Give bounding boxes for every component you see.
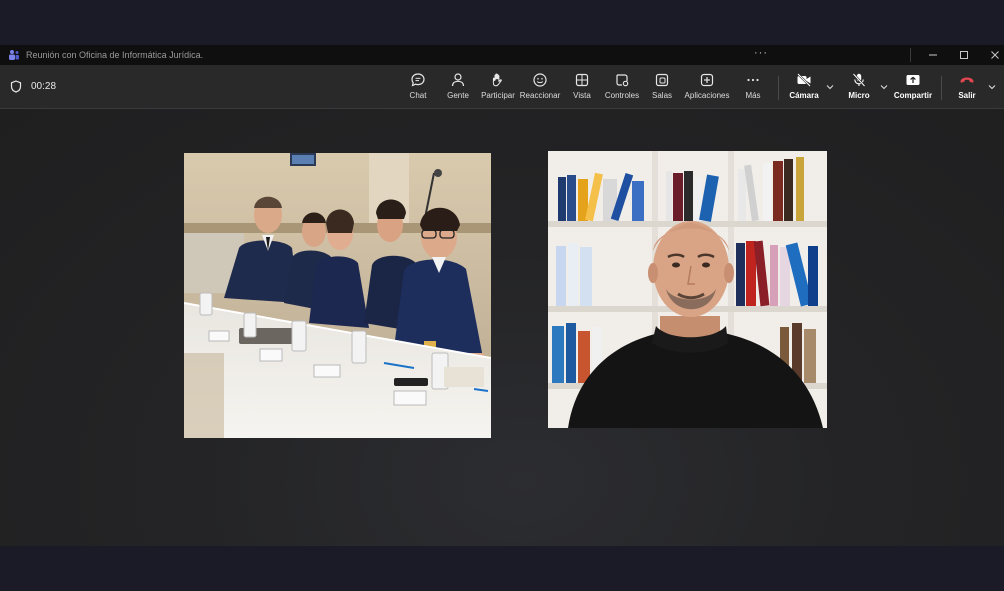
rooms-button[interactable]: Salas (652, 72, 672, 104)
camera-options-chevron-icon[interactable] (825, 83, 835, 91)
people-icon (451, 73, 465, 87)
share-screen-icon (906, 75, 920, 85)
shield-icon (10, 80, 22, 93)
controls-button[interactable]: Controles (604, 72, 640, 104)
rooms-label: Salas (652, 91, 673, 100)
camera-off-icon (797, 73, 811, 87)
controls-icon (616, 74, 629, 87)
leave-label: Salir (958, 91, 976, 100)
breakout-rooms-icon (655, 73, 669, 87)
mic-button[interactable]: Micro (848, 72, 870, 104)
chat-button[interactable]: Chat (408, 72, 428, 104)
close-icon[interactable] (980, 45, 1004, 65)
camera-button[interactable]: Cámara (789, 72, 819, 104)
more-label: Más (745, 91, 761, 100)
emoji-icon (533, 73, 547, 87)
toolbar-divider-2 (941, 76, 942, 100)
mic-options-chevron-icon[interactable] (879, 83, 889, 91)
top-letterbox (0, 0, 1004, 45)
grid-view-icon (575, 73, 589, 87)
maximize-icon[interactable] (949, 45, 979, 65)
add-apps-icon (700, 73, 714, 87)
bottom-letterbox (0, 546, 1004, 591)
camera-label: Cámara (789, 91, 819, 100)
more-icon (747, 78, 759, 82)
hang-up-icon (960, 77, 974, 83)
minimize-icon[interactable] (918, 45, 948, 65)
apps-label: Aplicaciones (684, 91, 730, 100)
react-label: Reaccionar (519, 91, 561, 100)
raise-hand-button[interactable]: Participar (480, 72, 516, 104)
participant-video-tile[interactable] (184, 153, 491, 438)
people-label: Gente (447, 91, 469, 100)
chat-icon (411, 73, 425, 87)
title-divider (910, 48, 911, 62)
speaker-video (548, 151, 827, 428)
meeting-timer: 00:28 (10, 80, 56, 93)
share-button[interactable]: Compartir (893, 72, 933, 104)
group-photo-video (184, 153, 491, 438)
more-button[interactable]: Más (743, 72, 763, 104)
mic-label: Micro (848, 91, 870, 100)
controls-label: Controles (604, 91, 640, 100)
leave-button[interactable]: Salir (957, 72, 977, 104)
raise-hand-icon (492, 73, 502, 87)
share-label: Compartir (893, 91, 933, 100)
title-more-icon[interactable]: ··· (754, 47, 768, 59)
view-button[interactable]: Vista (572, 72, 592, 104)
teams-icon (8, 49, 20, 61)
toolbar-divider (778, 76, 779, 100)
raise-label: Participar (481, 91, 515, 100)
chat-label: Chat (409, 91, 427, 100)
mic-off-icon (852, 73, 866, 87)
meeting-toolbar: 00:28 Chat Gente Participar Reaccionar V… (0, 65, 1004, 109)
apps-button[interactable]: Aplicaciones (685, 72, 729, 104)
view-label: Vista (573, 91, 591, 100)
react-button[interactable]: Reaccionar (519, 72, 561, 104)
people-button[interactable]: Gente (446, 72, 470, 104)
title-bar: Reunión con Oficina de Informática Juríd… (0, 45, 1004, 65)
timer-text: 00:28 (31, 81, 57, 92)
window-title: Reunión con Oficina de Informática Juríd… (26, 50, 204, 60)
leave-options-chevron-icon[interactable] (987, 83, 997, 91)
participant-video-tile[interactable] (548, 151, 827, 428)
video-stage (0, 109, 1004, 546)
